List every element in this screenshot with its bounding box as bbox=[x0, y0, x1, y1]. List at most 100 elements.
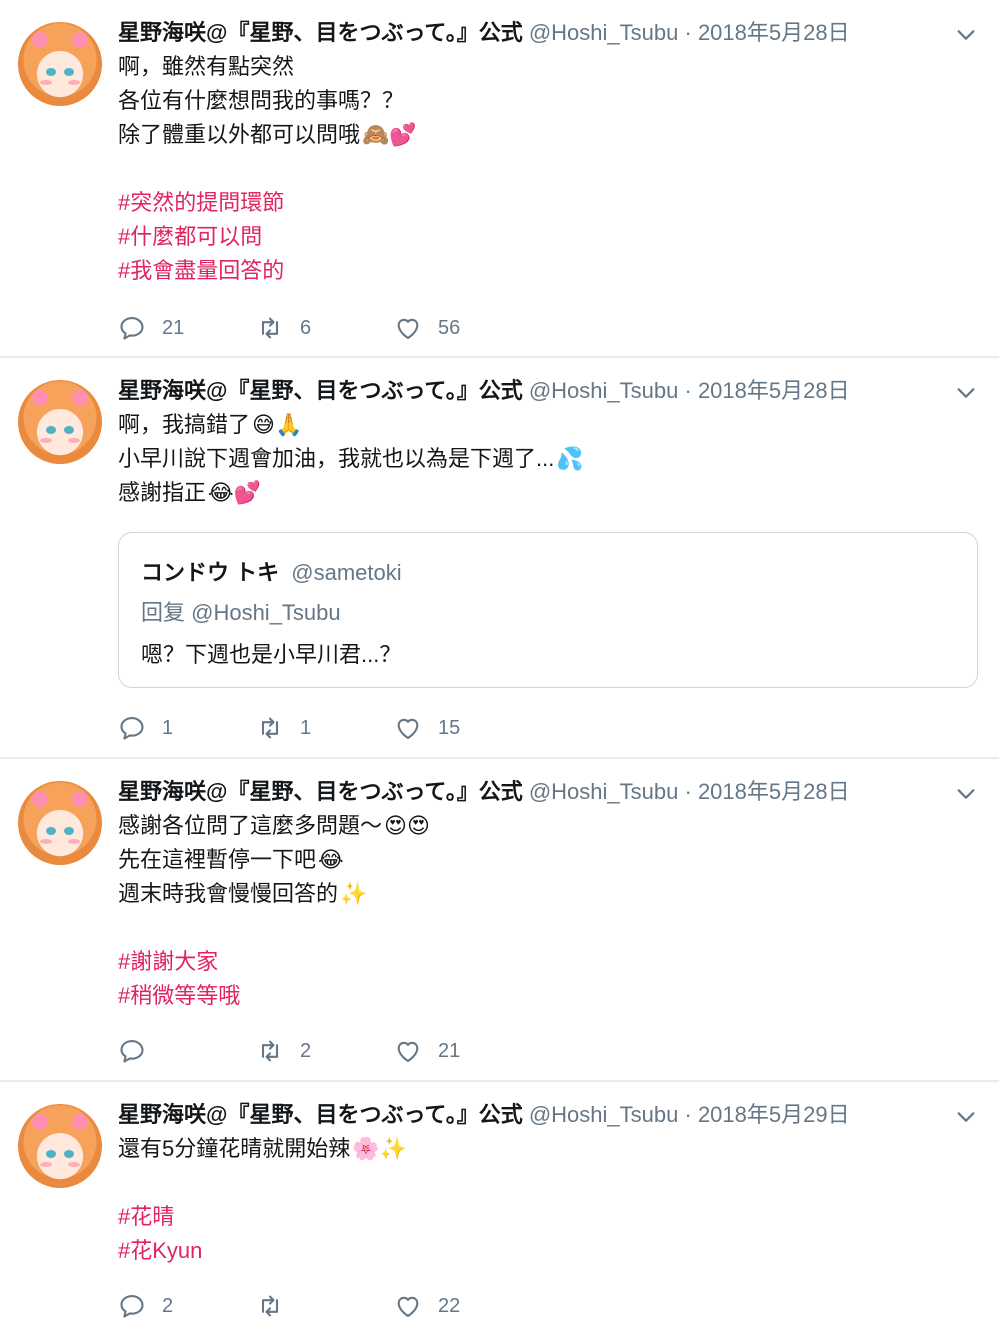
tweet-line: 各位有什麼想問我的事嗎？？ bbox=[118, 88, 405, 113]
like-icon bbox=[397, 718, 419, 739]
tweet-date[interactable]: 2018年5月29日 bbox=[698, 1102, 850, 1127]
tweet-date[interactable]: 2018年5月28日 bbox=[698, 378, 850, 403]
tweet-actions: 2 21 bbox=[118, 1035, 538, 1067]
avatar[interactable] bbox=[18, 22, 102, 106]
retweet-button[interactable]: 1 bbox=[256, 712, 311, 744]
hashtag[interactable]: #花晴 bbox=[118, 1204, 174, 1229]
avatar[interactable] bbox=[18, 781, 102, 865]
tweet-2[interactable]: 星野海咲@『星野、目をつぶって。』公式 @Hoshi_Tsubu · 2018年… bbox=[0, 358, 999, 758]
emoji: 🌸✨ bbox=[352, 1137, 408, 1162]
tweet-text: 還有5分鐘花晴就開始辣🌸✨ #花晴 #花Kyun bbox=[118, 1132, 407, 1268]
retweet-icon bbox=[261, 717, 279, 739]
emoji: 💦 bbox=[556, 447, 584, 472]
hashtag[interactable]: #稍微等等哦 bbox=[118, 983, 240, 1008]
retweet-count: 2 bbox=[300, 1039, 312, 1062]
author-name[interactable]: 星野海咲@『星野、目をつぶって。』公式 bbox=[118, 779, 523, 804]
reply-icon bbox=[120, 1040, 144, 1063]
quoted-author-handle: @sametoki bbox=[291, 560, 402, 585]
avatar[interactable] bbox=[18, 380, 102, 464]
retweet-count: 6 bbox=[300, 316, 312, 339]
avatar[interactable] bbox=[18, 1104, 102, 1188]
tweet-text: 啊，我搞錯了😅🙏 小早川說下週會加油，我就也以為是下週了...💦 感謝指正😂💕 bbox=[118, 408, 584, 510]
quoted-text: 嗯？下週也是小早川君...？ bbox=[141, 642, 402, 667]
like-icon bbox=[397, 1041, 419, 1062]
tweet-line: 小早川說下週會加油，我就也以為是下週了... bbox=[118, 446, 555, 471]
separator-dot: · bbox=[684, 779, 692, 804]
separator-dot: · bbox=[684, 1102, 692, 1127]
chevron-down-icon[interactable] bbox=[955, 783, 977, 805]
tweet-header: 星野海咲@『星野、目をつぶって。』公式 @Hoshi_Tsubu · 2018年… bbox=[118, 1100, 850, 1130]
tweet-line: 啊，我搞錯了 bbox=[118, 412, 251, 437]
author-handle[interactable]: @Hoshi_Tsubu bbox=[529, 378, 679, 403]
tweet-line: 先在這裡暫停一下吧 bbox=[118, 847, 317, 872]
reply-icon bbox=[120, 717, 144, 740]
tweet-actions: 21 6 56 bbox=[118, 312, 538, 344]
reply-button[interactable]: 1 bbox=[118, 712, 173, 744]
quoted-tweet[interactable]: コンドウ トキ @sametoki 回复 @Hoshi_Tsubu 嗯？下週也是… bbox=[118, 532, 978, 688]
reply-count: 2 bbox=[162, 1294, 174, 1317]
tweet-line: 感謝各位問了這麼多問題～ bbox=[118, 813, 383, 838]
quoted-author-name: コンドウ トキ bbox=[141, 560, 280, 585]
chevron-down-icon[interactable] bbox=[955, 1106, 977, 1128]
retweet-button[interactable]: 2 bbox=[256, 1035, 311, 1067]
hashtag[interactable]: #什麼都可以問 bbox=[118, 224, 262, 249]
hashtag[interactable]: #我會盡量回答的 bbox=[118, 258, 284, 283]
tweet-1[interactable]: 星野海咲@『星野、目をつぶって。』公式 @Hoshi_Tsubu · 2018年… bbox=[0, 0, 999, 357]
tweet-actions: 1 1 15 bbox=[118, 712, 538, 744]
like-button[interactable]: 22 bbox=[394, 1290, 460, 1322]
quoted-reply-to[interactable]: 回复 @Hoshi_Tsubu bbox=[141, 595, 341, 627]
tweet-4[interactable]: 星野海咲@『星野、目をつぶって。』公式 @Hoshi_Tsubu · 2018年… bbox=[0, 1082, 999, 1336]
separator-dot: · bbox=[684, 20, 692, 45]
reply-icon bbox=[120, 317, 144, 340]
author-handle[interactable]: @Hoshi_Tsubu bbox=[529, 779, 679, 804]
tweet-line: 還有5分鐘花晴就開始辣 bbox=[118, 1136, 351, 1161]
reply-count: 1 bbox=[162, 716, 174, 739]
tweet-line: 除了體重以外都可以問哦 bbox=[118, 122, 361, 147]
tweet-date[interactable]: 2018年5月28日 bbox=[698, 20, 850, 45]
tweet-line: 感謝指正 bbox=[118, 480, 207, 505]
author-name[interactable]: 星野海咲@『星野、目をつぶって。』公式 bbox=[118, 20, 523, 45]
chevron-down-icon[interactable] bbox=[955, 24, 977, 46]
author-handle[interactable]: @Hoshi_Tsubu bbox=[529, 20, 679, 45]
emoji: ✨ bbox=[340, 882, 368, 907]
like-count: 22 bbox=[438, 1294, 461, 1317]
retweet-button[interactable] bbox=[256, 1290, 300, 1322]
tweet-text: 感謝各位問了這麼多問題～😍😍 先在這裡暫停一下吧😂 週末時我會慢慢回答的✨ #謝… bbox=[118, 809, 430, 1013]
hashtag[interactable]: #花Kyun bbox=[118, 1238, 202, 1263]
like-button[interactable]: 15 bbox=[394, 712, 460, 744]
tweet-3[interactable]: 星野海咲@『星野、目をつぶって。』公式 @Hoshi_Tsubu · 2018年… bbox=[0, 759, 999, 1081]
tweet-header: 星野海咲@『星野、目をつぶって。』公式 @Hoshi_Tsubu · 2018年… bbox=[118, 777, 850, 807]
tweet-header: 星野海咲@『星野、目をつぶって。』公式 @Hoshi_Tsubu · 2018年… bbox=[118, 18, 850, 48]
tweet-line: 週末時我會慢慢回答的 bbox=[118, 881, 339, 906]
like-count: 56 bbox=[438, 316, 461, 339]
emoji: 🙈💕 bbox=[362, 123, 417, 148]
hashtag[interactable]: #謝謝大家 bbox=[118, 949, 218, 974]
like-count: 15 bbox=[438, 716, 461, 739]
reply-button[interactable]: 2 bbox=[118, 1290, 173, 1322]
author-name[interactable]: 星野海咲@『星野、目をつぶって。』公式 bbox=[118, 378, 523, 403]
reply-count: 21 bbox=[162, 316, 185, 339]
emoji: 😅🙏 bbox=[252, 413, 303, 438]
tweet-line: 啊，雖然有點突然 bbox=[118, 54, 295, 79]
like-icon bbox=[397, 318, 419, 339]
retweet-count: 1 bbox=[300, 716, 312, 739]
hashtag[interactable]: #突然的提問環節 bbox=[118, 190, 284, 215]
author-name[interactable]: 星野海咲@『星野、目をつぶって。』公式 bbox=[118, 1102, 523, 1127]
like-button[interactable]: 21 bbox=[394, 1035, 460, 1067]
reply-button[interactable] bbox=[118, 1035, 162, 1067]
quoted-header: コンドウ トキ @sametoki bbox=[141, 555, 402, 587]
tweet-header: 星野海咲@『星野、目をつぶって。』公式 @Hoshi_Tsubu · 2018年… bbox=[118, 376, 850, 406]
emoji: 😂 bbox=[318, 848, 344, 873]
like-icon bbox=[397, 1296, 419, 1317]
emoji: 😂💕 bbox=[208, 481, 262, 506]
tweet-date[interactable]: 2018年5月28日 bbox=[698, 779, 850, 804]
reply-button[interactable]: 21 bbox=[118, 312, 184, 344]
author-handle[interactable]: @Hoshi_Tsubu bbox=[529, 1102, 679, 1127]
like-button[interactable]: 56 bbox=[394, 312, 460, 344]
retweet-icon bbox=[261, 317, 279, 339]
retweet-icon bbox=[261, 1295, 279, 1317]
chevron-down-icon[interactable] bbox=[955, 382, 977, 404]
retweet-icon bbox=[261, 1040, 279, 1062]
retweet-button[interactable]: 6 bbox=[256, 312, 311, 344]
separator-dot: · bbox=[684, 378, 692, 403]
